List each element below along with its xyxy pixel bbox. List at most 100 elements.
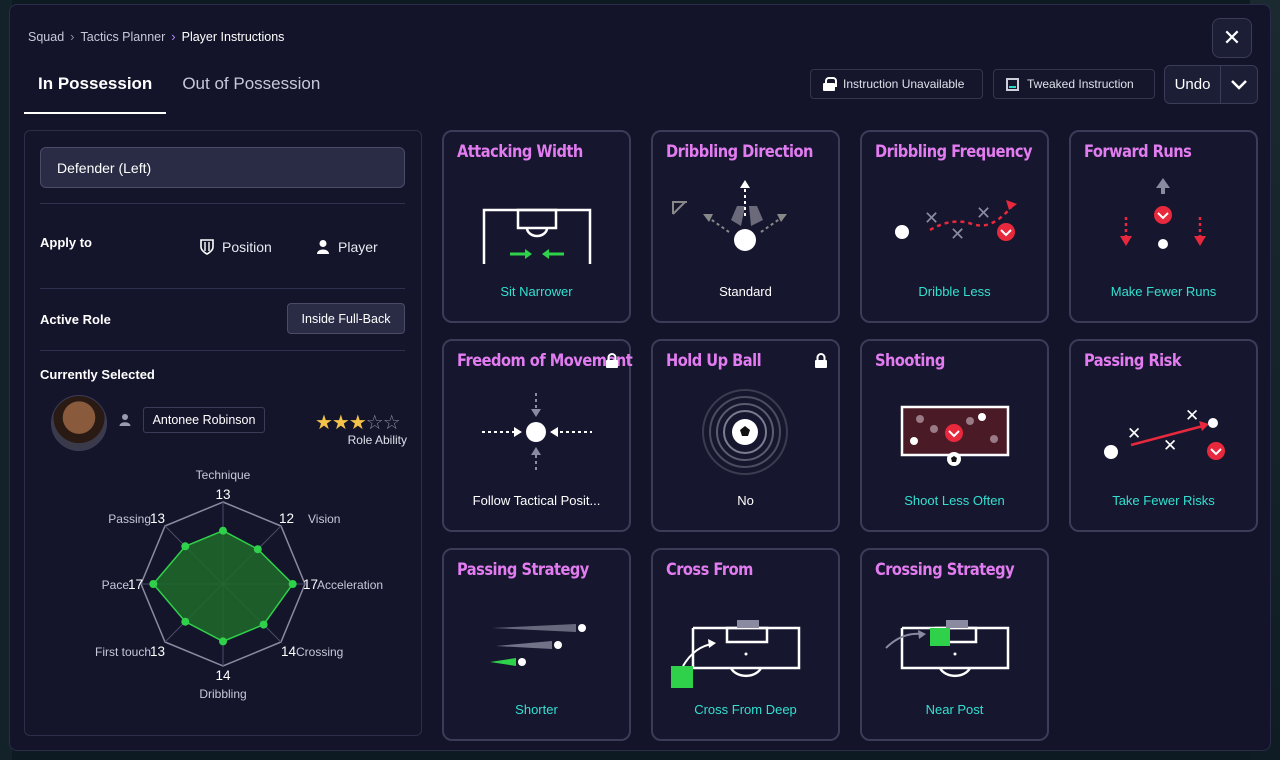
- radar-point: [219, 526, 227, 535]
- instruction-title: Dribbling Direction: [666, 142, 813, 162]
- instruction-card-dribbling-direction[interactable]: Dribbling Direction Standard: [651, 130, 840, 323]
- instruction-card-crossing-strategy[interactable]: Crossing Strategy Near Post: [860, 548, 1049, 741]
- radar-point: [253, 545, 262, 554]
- cross-from-icon: [671, 620, 801, 688]
- divider: [40, 203, 405, 204]
- svg-text:✕: ✕: [924, 208, 939, 229]
- radar-attribute-label: Technique: [196, 468, 251, 482]
- instruction-card-shooting[interactable]: Shooting Shoot Less Often: [860, 339, 1049, 532]
- breadcrumb-player-instructions: Player Instructions: [181, 29, 285, 44]
- radar-attribute-value: 17: [303, 577, 318, 592]
- radar-attribute-value: 13: [215, 487, 230, 502]
- undo-control: Undo: [1164, 65, 1258, 104]
- attribute-radar-chart: Technique13Vision12Acceleration17Crossin…: [95, 468, 383, 701]
- instruction-card-attacking-width[interactable]: Attacking Width Sit Narrower: [442, 130, 631, 323]
- instruction-value: Cross From Deep: [694, 702, 797, 717]
- possession-tabs: In Possession Out of Possession: [24, 67, 334, 114]
- pitch-width-icon: [482, 208, 592, 264]
- svg-text:✕: ✕: [1127, 424, 1141, 444]
- apply-player-option[interactable]: Player: [316, 239, 378, 255]
- svg-text:✕: ✕: [1163, 436, 1177, 456]
- instruction-value: No: [737, 493, 754, 508]
- instruction-card-dribbling-frequency[interactable]: Dribbling Frequency ✕ ✕ ✕ Dribble Less: [860, 130, 1049, 323]
- instruction-title: Forward Runs: [1084, 142, 1192, 162]
- radar-attribute-value: 17: [128, 577, 143, 592]
- passing-strategy-icon: [490, 624, 586, 666]
- instruction-value: Near Post: [925, 702, 984, 717]
- instruction-card-passing-strategy[interactable]: Passing Strategy Shorter: [442, 548, 631, 741]
- instruction-value: Shoot Less Often: [904, 493, 1005, 508]
- radar-point: [259, 620, 268, 629]
- instruction-card-cross-from[interactable]: Cross From Cross From Deep: [651, 548, 840, 741]
- radar-attribute-label: Vision: [308, 512, 340, 526]
- instruction-value: Standard: [719, 284, 772, 299]
- breadcrumb-tactics-planner[interactable]: Tactics Planner: [81, 30, 166, 44]
- chevron-right-icon: ›: [70, 29, 75, 44]
- radar-attribute-value: 14: [215, 668, 231, 683]
- tab-in-possession[interactable]: In Possession: [24, 67, 167, 114]
- tab-out-of-possession[interactable]: Out of Possession: [168, 67, 334, 114]
- instruction-value: Follow Tactical Posit...: [472, 493, 601, 508]
- movement-icon: [482, 393, 592, 471]
- instruction-value: Make Fewer Runs: [1110, 284, 1217, 299]
- lock-icon: [823, 77, 837, 91]
- passing-risk-icon: ✕ ✕ ✕: [1104, 406, 1225, 460]
- role-ability-stars: ★★★☆☆: [315, 412, 401, 434]
- radar-attribute-label: Pace: [102, 578, 130, 592]
- player-info-panel: Defender (Left) Apply to Position Player…: [24, 130, 422, 736]
- lock-icon: [814, 353, 828, 374]
- apply-to-label: Apply to: [40, 235, 92, 250]
- position-select[interactable]: Defender (Left): [40, 147, 405, 188]
- breadcrumb-squad[interactable]: Squad: [28, 30, 64, 44]
- currently-selected-label: Currently Selected: [40, 367, 155, 382]
- breadcrumb: Squad › Tactics Planner › Player Instruc…: [28, 29, 284, 44]
- radar-point: [149, 580, 158, 588]
- radar-attribute-value: 14: [281, 644, 297, 659]
- apply-position-label: Position: [222, 239, 272, 255]
- hold-ball-icon: [702, 389, 788, 475]
- legend-tweaked-instruction: Tweaked Instruction: [993, 69, 1155, 99]
- radar-attribute-label: Crossing: [296, 645, 343, 659]
- shield-icon: [200, 239, 214, 255]
- instruction-value: Sit Narrower: [500, 284, 573, 299]
- svg-text:✕: ✕: [950, 224, 965, 245]
- crossing-strategy-icon: [885, 620, 1010, 678]
- undo-button[interactable]: Undo: [1165, 66, 1221, 103]
- radar-point: [181, 617, 190, 626]
- active-role-label: Active Role: [40, 312, 111, 327]
- instruction-card-hold-up-ball: Hold Up Ball No: [651, 339, 840, 532]
- dribble-frequency-icon: ✕ ✕ ✕: [895, 200, 1017, 245]
- divider: [40, 350, 405, 351]
- player-icon: [119, 414, 131, 426]
- player-avatar: [51, 395, 107, 451]
- apply-player-label: Player: [338, 239, 378, 255]
- instruction-title: Attacking Width: [457, 142, 583, 162]
- role-ability-label: Role Ability: [347, 433, 407, 447]
- tweaked-icon: [1006, 77, 1019, 91]
- player-instructions-modal: Squad › Tactics Planner › Player Instruc…: [9, 4, 1271, 751]
- radar-attribute-label: First touch: [95, 645, 151, 659]
- apply-position-option[interactable]: Position: [200, 239, 272, 255]
- divider: [40, 288, 405, 289]
- legend-tweaked-label: Tweaked Instruction: [1027, 77, 1134, 91]
- instruction-card-passing-risk[interactable]: Passing Risk ✕ ✕ ✕ Take Fewer Risks: [1069, 339, 1258, 532]
- legend-instruction-unavailable: Instruction Unavailable: [810, 69, 983, 99]
- radar-attribute-value: 12: [279, 511, 294, 526]
- legend-unavailable-label: Instruction Unavailable: [843, 77, 965, 91]
- instruction-card-forward-runs[interactable]: Forward Runs Make Fewer Runs: [1069, 130, 1258, 323]
- svg-text:✕: ✕: [1185, 406, 1199, 426]
- lock-icon: [605, 353, 619, 374]
- close-icon: ✕: [1222, 25, 1242, 50]
- instruction-title: Shooting: [875, 351, 945, 371]
- undo-dropdown-button[interactable]: [1221, 66, 1257, 103]
- radar-point: [219, 637, 227, 646]
- radar-attribute-label: Dribbling: [199, 687, 246, 701]
- active-role-button[interactable]: Inside Full-Back: [287, 303, 405, 334]
- instruction-card-freedom-of-movement: Freedom of Movement Follow Tactical Posi…: [442, 339, 633, 532]
- close-button[interactable]: ✕: [1212, 18, 1252, 58]
- player-name-button[interactable]: Antonee Robinson: [143, 407, 265, 433]
- radar-attribute-label: Acceleration: [317, 578, 383, 592]
- instruction-title: Dribbling Frequency: [875, 142, 1033, 162]
- instruction-title: Crossing Strategy: [875, 560, 1015, 580]
- radar-point: [181, 542, 190, 551]
